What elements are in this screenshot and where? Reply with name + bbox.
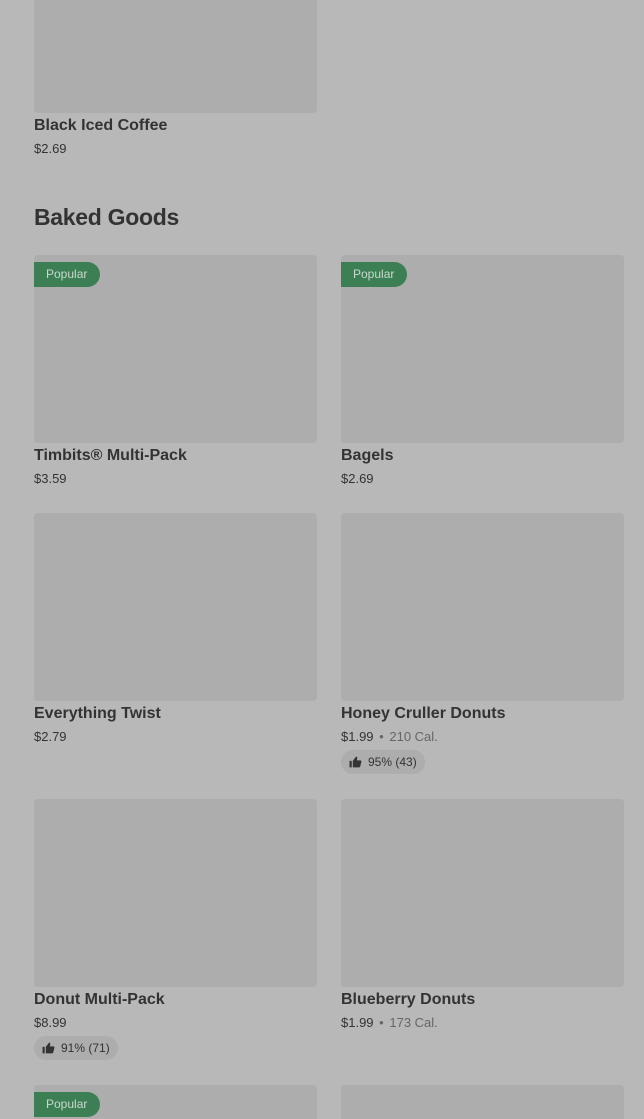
item-price: $3.59 bbox=[34, 471, 67, 486]
item-price-calories: $1.99 • 210 Cal. bbox=[341, 729, 438, 744]
menu-item-card[interactable] bbox=[341, 799, 624, 987]
item-name: Honey Cruller Donuts bbox=[341, 705, 506, 722]
section-title: Baked Goods bbox=[34, 204, 179, 230]
item-image bbox=[34, 799, 317, 987]
menu-item-card[interactable] bbox=[341, 1085, 624, 1119]
item-name: Blueberry Donuts bbox=[341, 991, 476, 1008]
item-price: $1.99 bbox=[341, 1015, 374, 1030]
item-image bbox=[341, 799, 624, 987]
popular-badge: Popular bbox=[34, 262, 101, 287]
rating-text: 95% (43) bbox=[368, 755, 417, 769]
item-name: Black Iced Coffee bbox=[34, 117, 168, 134]
item-image: Popular bbox=[341, 255, 624, 443]
menu-item-card[interactable] bbox=[34, 0, 317, 113]
item-calories: 210 Cal. bbox=[389, 729, 438, 744]
item-price: $2.69 bbox=[34, 141, 67, 156]
item-price: $2.69 bbox=[341, 471, 374, 486]
item-price: $8.99 bbox=[34, 1015, 67, 1030]
menu-item-card[interactable]: Popular bbox=[34, 255, 317, 443]
rating-badge: 95% (43) bbox=[341, 750, 425, 774]
separator-dot: • bbox=[379, 729, 384, 744]
item-image: Popular bbox=[34, 1085, 317, 1119]
popular-badge: Popular bbox=[34, 1092, 101, 1117]
item-name: Timbits® Multi-Pack bbox=[34, 447, 187, 464]
item-name: Everything Twist bbox=[34, 705, 161, 722]
menu-item-card[interactable]: Popular bbox=[341, 255, 624, 443]
item-price: $2.79 bbox=[34, 729, 67, 744]
item-image bbox=[34, 513, 317, 701]
item-name: Bagels bbox=[341, 447, 394, 464]
item-calories: 173 Cal. bbox=[389, 1015, 438, 1030]
item-name: Donut Multi-Pack bbox=[34, 991, 165, 1008]
item-price: $1.99 bbox=[341, 729, 374, 744]
separator-dot: • bbox=[379, 1015, 384, 1030]
rating-badge: 91% (71) bbox=[34, 1036, 118, 1060]
thumbs-up-icon bbox=[42, 1042, 55, 1054]
popular-badge: Popular bbox=[341, 262, 408, 287]
item-image: Popular bbox=[34, 255, 317, 443]
item-price-calories: $1.99 • 173 Cal. bbox=[341, 1015, 438, 1030]
menu-item-card[interactable] bbox=[34, 513, 317, 701]
rating-text: 91% (71) bbox=[61, 1041, 110, 1055]
menu-item-card[interactable] bbox=[341, 513, 624, 701]
item-image bbox=[341, 513, 624, 701]
item-image bbox=[341, 1085, 624, 1119]
menu-item-card[interactable]: Popular bbox=[34, 1085, 317, 1119]
thumbs-up-icon bbox=[349, 756, 362, 768]
item-image bbox=[34, 0, 317, 113]
menu-item-card[interactable] bbox=[34, 799, 317, 987]
